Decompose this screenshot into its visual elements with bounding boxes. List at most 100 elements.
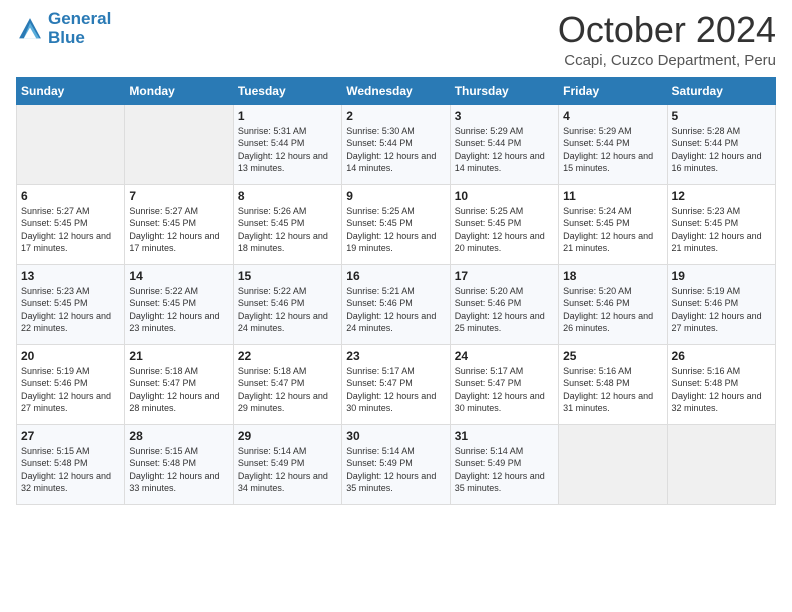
header: General Blue October 2024 Ccapi, Cuzco D… [16, 10, 776, 69]
day-number: 12 [672, 189, 771, 203]
sunrise-text: Sunrise: 5:25 AM [346, 206, 415, 216]
header-day-tuesday: Tuesday [233, 77, 341, 104]
header-row: SundayMondayTuesdayWednesdayThursdayFrid… [17, 77, 776, 104]
calendar-cell: 14Sunrise: 5:22 AMSunset: 5:45 PMDayligh… [125, 264, 233, 344]
sunrise-text: Sunrise: 5:21 AM [346, 286, 415, 296]
week-row-2: 6 Sunrise: 5:27 AM Sunset: 5:45 PM Daylight… [17, 184, 776, 264]
day-info: Sunrise: 5:14 AMSunset: 5:49 PMDaylight:… [455, 445, 554, 495]
day-number: 15 [238, 269, 337, 283]
sunset-text: Sunset: 5:46 PM [455, 298, 522, 308]
week-row-1: 1 Sunrise: 5:31 AMSunset: 5:44 PMDaylight… [17, 104, 776, 184]
day-info: Sunrise: 5:22 AMSunset: 5:46 PMDaylight:… [238, 285, 337, 335]
calendar-cell: 25Sunrise: 5:16 AMSunset: 5:48 PMDayligh… [559, 344, 667, 424]
daylight-text: Daylight: 12 hours and 19 minutes. [346, 231, 436, 254]
day-number: 10 [455, 189, 554, 203]
day-info: Sunrise: 5:15 AM Sunset: 5:48 PM Daylight:… [21, 445, 120, 495]
day-number: 29 [238, 429, 337, 443]
calendar-cell: 19Sunrise: 5:19 AMSunset: 5:46 PMDayligh… [667, 264, 775, 344]
calendar-header: SundayMondayTuesdayWednesdayThursdayFrid… [17, 77, 776, 104]
sunrise-text: Sunrise: 5:20 AM [455, 286, 524, 296]
sunrise-text: Sunrise: 5:29 AM [563, 126, 632, 136]
day-number: 6 [21, 189, 120, 203]
day-number: 27 [21, 429, 120, 443]
calendar-cell: 12 Sunrise: 5:23 AMSunset: 5:45 PMDayligh… [667, 184, 775, 264]
sunset-text: Sunset: 5:45 PM [21, 218, 88, 228]
sunset-text: Sunset: 5:44 PM [346, 138, 413, 148]
day-number: 28 [129, 429, 228, 443]
day-info: Sunrise: 5:20 AMSunset: 5:46 PMDaylight:… [455, 285, 554, 335]
sunset-text: Sunset: 5:47 PM [129, 378, 196, 388]
day-info: Sunrise: 5:31 AMSunset: 5:44 PMDaylight:… [238, 125, 337, 175]
sunrise-text: Sunrise: 5:17 AM [346, 366, 415, 376]
month-title: October 2024 [558, 10, 776, 50]
location-title: Ccapi, Cuzco Department, Peru [558, 52, 776, 69]
sunrise-text: Sunrise: 5:23 AM [672, 206, 741, 216]
calendar-cell: 13 Sunrise: 5:23 AMSunset: 5:45 PMDayligh… [17, 264, 125, 344]
day-number: 13 [21, 269, 120, 283]
daylight-text: Daylight: 12 hours and 18 minutes. [238, 231, 328, 254]
calendar-cell: 3Sunrise: 5:29 AMSunset: 5:44 PMDaylight… [450, 104, 558, 184]
calendar-cell: 22Sunrise: 5:18 AMSunset: 5:47 PMDayligh… [233, 344, 341, 424]
calendar-cell: 17Sunrise: 5:20 AMSunset: 5:46 PMDayligh… [450, 264, 558, 344]
calendar-cell: 27 Sunrise: 5:15 AM Sunset: 5:48 PM Dayligh… [17, 424, 125, 504]
day-number: 22 [238, 349, 337, 363]
sunrise-text: Sunrise: 5:24 AM [563, 206, 632, 216]
day-info: Sunrise: 5:23 AMSunset: 5:45 PMDaylight:… [21, 285, 120, 335]
day-info: Sunrise: 5:23 AMSunset: 5:45 PMDaylight:… [672, 205, 771, 255]
day-info: Sunrise: 5:16 AMSunset: 5:48 PMDaylight:… [672, 365, 771, 415]
sunset-text: Sunset: 5:45 PM [129, 298, 196, 308]
sunset-text: Sunset: 5:46 PM [21, 378, 88, 388]
daylight-text: Daylight: 12 hours and 23 minutes. [129, 311, 219, 334]
sunrise-text: Sunrise: 5:16 AM [672, 366, 741, 376]
calendar-cell: 29Sunrise: 5:14 AMSunset: 5:49 PMDayligh… [233, 424, 341, 504]
day-info: Sunrise: 5:18 AMSunset: 5:47 PMDaylight:… [129, 365, 228, 415]
daylight-text: Daylight: 12 hours and 31 minutes. [563, 391, 653, 414]
calendar-cell: 10Sunrise: 5:25 AMSunset: 5:45 PMDayligh… [450, 184, 558, 264]
day-number: 3 [455, 109, 554, 123]
sunset-text: Sunset: 5:44 PM [563, 138, 630, 148]
logo: General Blue [16, 10, 111, 47]
week-row-5: 27 Sunrise: 5:15 AM Sunset: 5:48 PM Dayligh… [17, 424, 776, 504]
day-number: 1 [238, 109, 337, 123]
calendar-cell: 6Sunrise: 5:27 AMSunset: 5:45 PMDaylight… [17, 184, 125, 264]
sunrise-text: Sunrise: 5:15 AM [129, 446, 198, 456]
sunset-text: Sunset: 5:45 PM [238, 218, 305, 228]
sunset-text: Sunset: 5:48 PM [672, 378, 739, 388]
sunrise-text: Sunrise: 5:22 AM [129, 286, 198, 296]
calendar-cell: 1 Sunrise: 5:31 AMSunset: 5:44 PMDaylight… [233, 104, 341, 184]
sunset-text: Sunset: 5:45 PM [455, 218, 522, 228]
sunrise-text: Sunrise: 5:30 AM [346, 126, 415, 136]
calendar-body: 1 Sunrise: 5:31 AMSunset: 5:44 PMDaylight… [17, 104, 776, 504]
day-number: 24 [455, 349, 554, 363]
daylight-text: Daylight: 12 hours and 15 minutes. [563, 151, 653, 174]
daylight-text: Daylight: 12 hours and 34 minutes. [238, 471, 328, 494]
calendar-cell [559, 424, 667, 504]
daylight-text: Daylight: 12 hours and 35 minutes. [346, 471, 436, 494]
sunrise-text: Sunrise: 5:18 AM [238, 366, 307, 376]
calendar-cell: 9Sunrise: 5:25 AMSunset: 5:45 PMDaylight… [342, 184, 450, 264]
sunrise-text: Sunrise: 5:20 AM [563, 286, 632, 296]
day-number: 8 [238, 189, 337, 203]
sunset-text: Sunset: 5:49 PM [455, 458, 522, 468]
day-number: 11 [563, 189, 662, 203]
sunset-text: Sunset: 5:48 PM [21, 458, 88, 468]
page: General Blue October 2024 Ccapi, Cuzco D… [0, 0, 792, 612]
header-day-thursday: Thursday [450, 77, 558, 104]
calendar-cell: 26Sunrise: 5:16 AMSunset: 5:48 PMDayligh… [667, 344, 775, 424]
sunrise-text: Sunrise: 5:27 AM [21, 206, 90, 216]
day-info: Sunrise: 5:14 AMSunset: 5:49 PMDaylight:… [346, 445, 445, 495]
sunset-text: Sunset: 5:48 PM [129, 458, 196, 468]
sunrise-text: Sunrise: 5:15 AM [21, 446, 90, 456]
daylight-text: Daylight: 12 hours and 24 minutes. [238, 311, 328, 334]
calendar-cell: 28Sunrise: 5:15 AMSunset: 5:48 PMDayligh… [125, 424, 233, 504]
day-info: Sunrise: 5:22 AM Sunset: 5:45 PM Daylight:… [129, 285, 228, 335]
calendar-cell: 30Sunrise: 5:14 AMSunset: 5:49 PMDayligh… [342, 424, 450, 504]
day-number: 31 [455, 429, 554, 443]
daylight-text: Daylight: 12 hours and 27 minutes. [21, 391, 111, 414]
sunset-text: Sunset: 5:46 PM [346, 298, 413, 308]
sunrise-text: Sunrise: 5:17 AM [455, 366, 524, 376]
sunset-text: Sunset: 5:45 PM [346, 218, 413, 228]
daylight-text: Daylight: 12 hours and 32 minutes. [21, 471, 111, 494]
day-number: 25 [563, 349, 662, 363]
sunset-text: Sunset: 5:46 PM [238, 298, 305, 308]
